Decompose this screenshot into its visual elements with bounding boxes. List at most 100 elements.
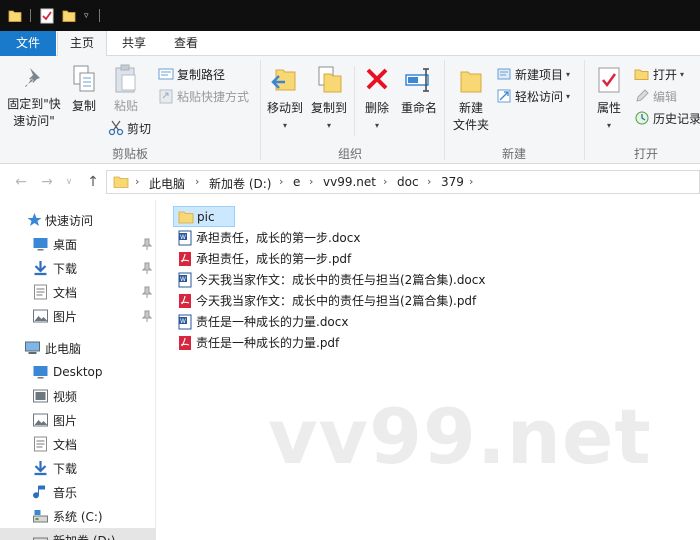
rename-button[interactable]: 重命名 — [398, 64, 440, 117]
folder-icon — [8, 7, 22, 24]
chevron-down-icon: ▾ — [606, 121, 611, 130]
breadcrumb-separator-icon[interactable]: › — [279, 175, 283, 188]
pin-label-line2: 速访问" — [13, 114, 55, 128]
watermark: vv99.net — [268, 392, 652, 481]
breadcrumb-vv99-net[interactable]: vv99.net — [323, 175, 376, 189]
file-name: pic — [197, 209, 215, 224]
history-button[interactable]: 历史记录 — [634, 108, 700, 128]
nav-quick-pictures[interactable]: 图片 — [0, 304, 156, 328]
list-item[interactable]: W 今天我当家作文：成长中的责任与担当(2篇合集).docx — [173, 269, 485, 290]
tab-file[interactable]: 文件 — [0, 31, 56, 56]
nav-item-label: 视频 — [53, 389, 78, 404]
list-item[interactable]: 责任是一种成长的力量.pdf — [173, 332, 339, 353]
file-name: 今天我当家作文：成长中的责任与担当(2篇合集).pdf — [196, 294, 477, 308]
nav-pc-desktop[interactable]: Desktop — [0, 360, 156, 384]
recent-locations-chevron-icon[interactable]: ∨ — [60, 173, 78, 191]
breadcrumb-379[interactable]: 379 — [441, 175, 464, 189]
file-name: 承担责任，成长的第一步.docx — [196, 231, 361, 245]
pin-icon — [142, 262, 152, 274]
delete-button[interactable]: 删除 ▾ — [360, 64, 394, 134]
cut-label: 剪切 — [127, 121, 152, 136]
nav-pc-pictures[interactable]: 图片 — [0, 408, 156, 432]
pdf-icon — [179, 293, 191, 308]
word-doc-icon: W — [178, 230, 192, 245]
nav-pc-videos[interactable]: 视频 — [0, 384, 156, 408]
new-folder-button[interactable]: 新建 文件夹 — [450, 64, 492, 134]
breadcrumb-separator-icon[interactable]: › — [427, 175, 431, 188]
svg-text:W: W — [180, 318, 186, 325]
nav-pc-drive-d[interactable]: 新加卷 (D:) — [0, 528, 156, 540]
breadcrumb-separator-icon[interactable]: › — [309, 175, 313, 188]
pictures-icon — [33, 309, 48, 323]
nav-quick-downloads[interactable]: 下载 — [0, 256, 156, 280]
breadcrumb-separator-icon[interactable]: › — [195, 175, 199, 188]
nav-pc-downloads[interactable]: 下载 — [0, 456, 156, 480]
nav-quick-desktop[interactable]: 桌面 — [0, 232, 156, 256]
properties-icon[interactable] — [40, 7, 54, 24]
list-item[interactable]: W 承担责任，成长的第一步.docx — [173, 227, 360, 248]
list-item[interactable]: 今天我当家作文：成长中的责任与担当(2篇合集).pdf — [173, 290, 476, 311]
nav-item-label: 图片 — [53, 309, 78, 324]
breadcrumb-separator-icon[interactable]: › — [469, 175, 473, 188]
nav-pc-drive-c[interactable]: 系统 (C:) — [0, 504, 156, 528]
paste-icon — [115, 64, 136, 93]
copy-to-label: 复制到 — [310, 101, 347, 115]
cut-button[interactable]: 剪切 — [108, 118, 151, 138]
breadcrumb-doc[interactable]: doc — [397, 175, 419, 189]
forward-arrow-icon[interactable]: → — [38, 173, 56, 191]
back-arrow-icon[interactable]: ← — [12, 173, 30, 191]
copy-to-button[interactable]: 复制到 ▾ — [308, 64, 350, 134]
nav-pc-documents[interactable]: 文档 — [0, 432, 156, 456]
file-list: pic W 承担责任，成长的第一步.docx 承担责任，成长的第一步.pdf W… — [157, 200, 700, 540]
paste-shortcut-button[interactable]: 粘贴快捷方式 — [158, 86, 249, 106]
tab-view[interactable]: 查看 — [163, 31, 209, 56]
copy-path-button[interactable]: 复制路径 — [158, 64, 225, 84]
list-item[interactable]: W 责任是一种成长的力量.docx — [173, 311, 348, 332]
rename-icon — [405, 68, 429, 92]
breadcrumb-drive-d[interactable]: 新加卷 (D:) — [209, 175, 271, 192]
new-item-button[interactable]: 新建项目 ▾ — [496, 64, 570, 84]
new-group-label: 新建 — [501, 147, 526, 161]
tab-home[interactable]: 主页 — [57, 31, 107, 57]
properties-button[interactable]: 属性 ▾ — [590, 64, 628, 134]
word-doc-icon: W — [178, 314, 192, 329]
address-bar[interactable]: › 此电脑 › 新加卷 (D:) › e › vv99.net › doc › … — [106, 170, 700, 194]
tab-share[interactable]: 共享 — [111, 31, 157, 56]
drive-c-icon — [33, 510, 48, 523]
breadcrumb-e[interactable]: e — [293, 175, 300, 189]
nav-item-label: 系统 (C:) — [53, 509, 103, 524]
customize-qat-icon[interactable]: ▿ — [84, 7, 89, 24]
breadcrumb-separator-icon[interactable]: › — [135, 175, 139, 188]
new-folder-icon[interactable] — [62, 7, 76, 24]
nav-item-label: 文档 — [53, 437, 78, 452]
rename-label: 重命名 — [400, 101, 437, 115]
qat-divider — [99, 9, 100, 22]
file-name: 责任是一种成长的力量.pdf — [196, 336, 340, 350]
nav-this-pc[interactable]: 此电脑 — [0, 336, 156, 360]
computer-icon — [25, 341, 40, 354]
open-button[interactable]: 打开 ▾ — [634, 64, 684, 84]
list-item[interactable]: pic — [173, 206, 235, 227]
group-divider — [354, 66, 355, 136]
up-arrow-icon[interactable]: ↑ — [84, 173, 102, 191]
qat-divider — [30, 9, 31, 22]
word-doc-icon: W — [178, 272, 192, 287]
this-pc-label: 此电脑 — [45, 341, 82, 356]
edit-button[interactable]: 编辑 — [634, 86, 677, 106]
nav-quick-access[interactable]: 快速访问 — [0, 208, 156, 232]
paste-button[interactable]: 粘贴 — [106, 64, 146, 115]
move-to-button[interactable]: 移动到 ▾ — [264, 64, 306, 134]
navigation-pane: 快速访问 桌面 下载 文档 图片 此电脑 Desktop 视频 图片 文档 下载… — [0, 200, 156, 540]
breadcrumb-this-pc[interactable]: 此电脑 — [149, 175, 185, 192]
nav-item-label: 桌面 — [53, 237, 78, 252]
nav-pc-music[interactable]: 音乐 — [0, 480, 156, 504]
move-to-icon — [271, 69, 296, 91]
nav-quick-documents[interactable]: 文档 — [0, 280, 156, 304]
new-item-label: 新建项目 — [515, 67, 564, 82]
breadcrumb-separator-icon[interactable]: › — [383, 175, 387, 188]
pin-to-quick-access-button[interactable]: 固定到"快 速访问" — [4, 64, 64, 130]
easy-access-icon — [497, 89, 511, 103]
copy-button[interactable]: 复制 — [66, 64, 102, 115]
easy-access-button[interactable]: 轻松访问 ▾ — [496, 86, 570, 106]
list-item[interactable]: 承担责任，成长的第一步.pdf — [173, 248, 351, 269]
